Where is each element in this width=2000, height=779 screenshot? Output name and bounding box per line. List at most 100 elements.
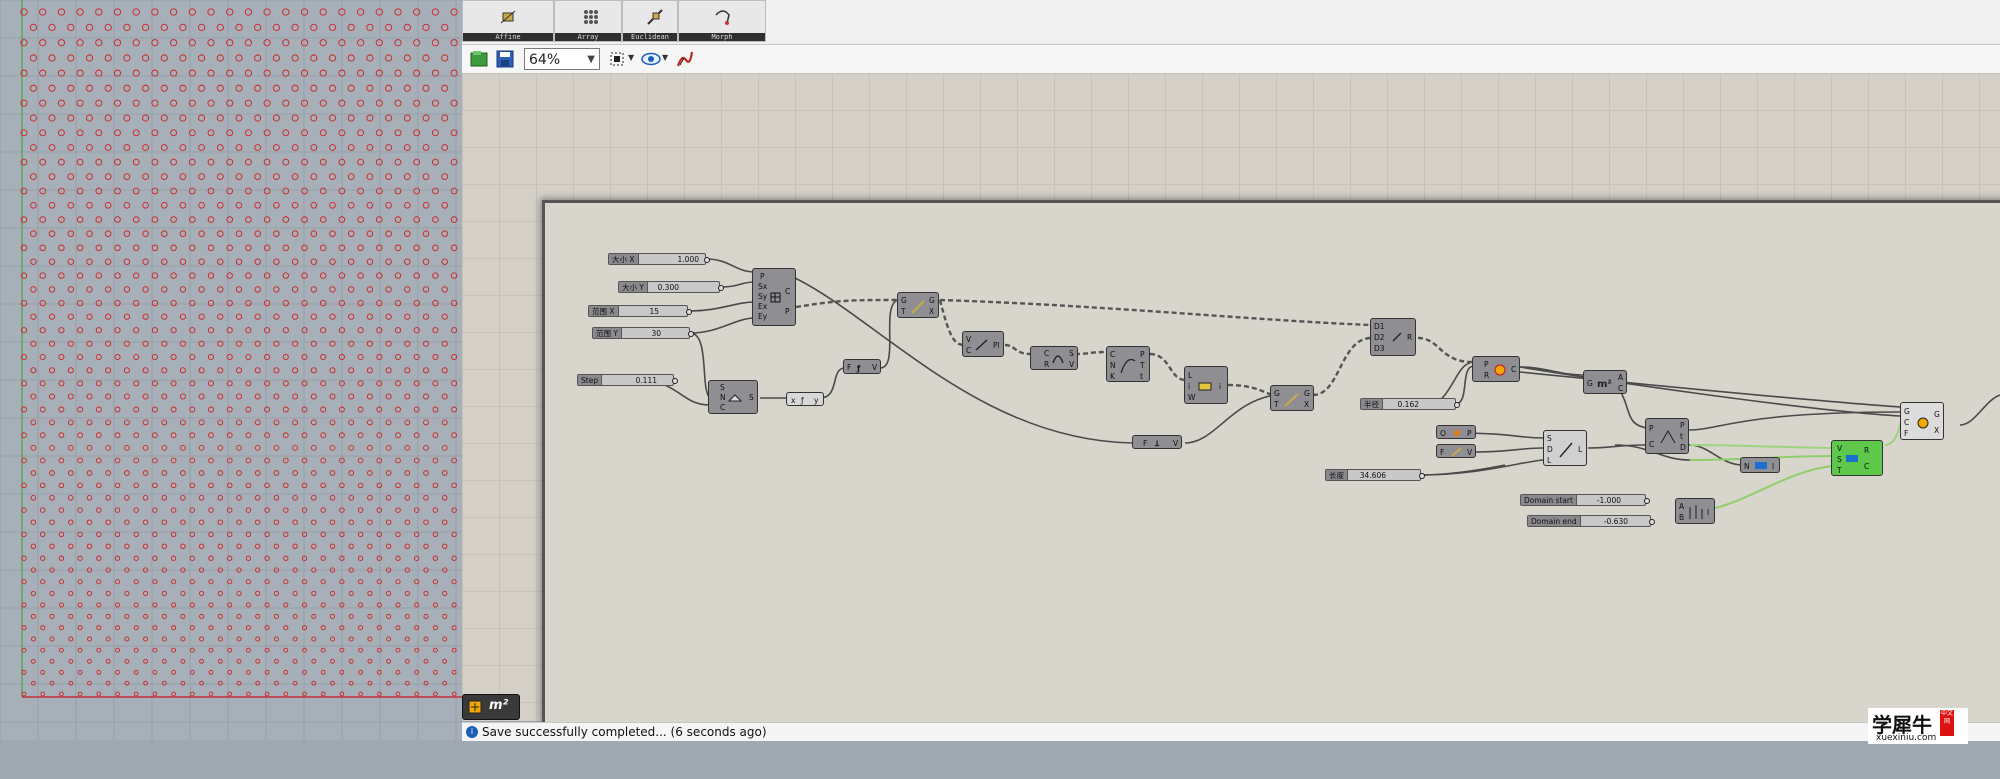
slider-domain-start[interactable]: Domain start -1.000 [1520, 494, 1650, 506]
plane-component[interactable]: PCPtD [1645, 418, 1689, 454]
morph-icon [715, 10, 731, 25]
save-file-icon[interactable] [494, 48, 516, 70]
svg-text:R: R [1484, 371, 1489, 380]
slider-radius[interactable]: 半径 0.162 [1360, 398, 1460, 410]
line-icon: SDLL [1547, 434, 1583, 465]
ribbon-panel-caption: Morph [679, 33, 765, 41]
preview-eye-icon[interactable] [640, 48, 662, 70]
watermark-seal: 中文网 [1940, 710, 1954, 736]
graph-mapper-component-2[interactable]: GTGX [1270, 385, 1314, 411]
ribbon-panel-morph[interactable]: Morph [678, 0, 766, 42]
slider-size-y[interactable]: 大小 Y 0.300 [618, 281, 724, 293]
graph-mapper-component[interactable]: GTGX [897, 292, 939, 318]
chevron-down-icon[interactable]: ▼ [662, 53, 668, 62]
series-component[interactable]: SNCS [708, 380, 758, 414]
slider-name: Domain end [1528, 516, 1581, 526]
svg-text:P: P [1467, 429, 1472, 438]
pipe-icon: VST RC [1836, 444, 1869, 475]
svg-text:P: P [1649, 424, 1654, 433]
rhino-viewport[interactable] [0, 0, 462, 740]
svg-text:N: N [1744, 462, 1750, 471]
svg-text:V: V [1467, 448, 1473, 457]
svg-text:t: t [1140, 372, 1143, 381]
svg-text:Sy: Sy [758, 292, 768, 301]
svg-text:x: x [791, 396, 796, 405]
svg-text:S: S [1069, 349, 1074, 358]
construct-domain-component[interactable]: AB I [1675, 498, 1715, 524]
svg-text:V: V [1173, 439, 1179, 448]
svg-text:y: y [814, 396, 819, 405]
svg-text:T: T [1139, 361, 1145, 370]
slider-name: 范围 X [589, 306, 619, 316]
svg-text:N: N [1110, 361, 1116, 370]
svg-text:C: C [1904, 418, 1909, 427]
svg-text:I: I [1707, 508, 1709, 517]
circle-component[interactable]: PR C [1472, 356, 1520, 382]
svg-text:T: T [1273, 400, 1279, 409]
line-sdl-component[interactable]: SDLL [1543, 430, 1587, 466]
slider-range-x[interactable]: 范围 X 15 [588, 305, 692, 317]
zoom-extents-icon[interactable] [606, 48, 628, 70]
ribbon-panel-caption: Array [555, 33, 621, 41]
number-list-component[interactable]: Nl [1740, 457, 1780, 473]
ribbon-panel-euclidean[interactable]: Euclidean [622, 0, 678, 42]
slider-step[interactable]: Step 0.111 [577, 374, 678, 386]
sketch-pen-icon[interactable] [674, 48, 696, 70]
area-widget[interactable]: m² [462, 694, 520, 720]
status-bar: i Save successfully completed... (6 seco… [462, 722, 2000, 741]
divide-length-component[interactable]: LiWi [1184, 366, 1228, 404]
function-icon: F Vƒ [847, 363, 878, 373]
svg-text:V: V [1837, 444, 1843, 453]
svg-text:V: V [1069, 360, 1075, 369]
svg-text:F: F [847, 363, 851, 372]
frames-icon: CNK PTt [1110, 350, 1145, 381]
open-file-icon[interactable] [468, 48, 490, 70]
svg-text:R: R [1044, 360, 1049, 369]
area-icon: G ACm² [1587, 373, 1624, 393]
slider-length[interactable]: 长度 34.606 [1325, 469, 1425, 481]
svg-text:ƒ: ƒ [856, 364, 861, 373]
deconstruct-component[interactable]: D1 D2 D3 R [1370, 318, 1416, 356]
chevron-down-icon[interactable]: ▼ [628, 53, 634, 62]
svg-text:X: X [1304, 400, 1309, 409]
slider-value: 0.300 [657, 283, 679, 292]
slider-name: 范围 Y [593, 328, 622, 338]
curve-component[interactable]: CR SV [1030, 346, 1078, 370]
vector-component[interactable]: V C Pl [962, 331, 1004, 357]
expression-component[interactable]: xƒ y [786, 392, 824, 406]
rectangular-grid-component[interactable]: P Sx Sy Ex Ey C P [752, 268, 796, 326]
slider-domain-end[interactable]: Domain end -0.630 [1527, 515, 1655, 527]
watermark-url: xuexiniu.com [1876, 733, 1937, 743]
svg-text:Ex: Ex [758, 302, 768, 311]
slider-range-y[interactable]: 范围 Y 30 [592, 327, 694, 339]
perp-frames-component[interactable]: CNK PTt [1106, 346, 1150, 382]
ribbon-panel-affine[interactable]: Affine [462, 0, 554, 42]
svg-text:P: P [785, 307, 790, 316]
point-component[interactable]: OP [1436, 425, 1476, 439]
active-pipe-component[interactable]: VST RC [1831, 440, 1883, 476]
vector-icon: FV [1440, 447, 1473, 457]
svg-text:L: L [1578, 445, 1583, 454]
svg-text:P: P [1680, 421, 1685, 430]
svg-text:K: K [1110, 372, 1116, 381]
area-component[interactable]: G A Cm² [1583, 370, 1627, 394]
info-icon: i [466, 726, 478, 738]
svg-text:X: X [929, 307, 934, 316]
offset-component[interactable]: GCFGX [1900, 402, 1944, 440]
svg-text:G: G [1587, 379, 1593, 388]
evaluate-function-component[interactable]: F Vƒ [843, 359, 881, 374]
slider-size-x[interactable]: 大小 X 1.000 [608, 253, 710, 265]
zoom-select[interactable]: 64% ▼ [524, 48, 600, 70]
evaluate-function-component-2[interactable]: FVꞱ [1132, 435, 1182, 449]
slider-name: 大小 Y [619, 282, 648, 292]
svg-text:S: S [720, 383, 725, 392]
ribbon-panel-array[interactable]: Array [554, 0, 622, 42]
affine-transform-icon [500, 10, 516, 24]
svg-text:P: P [1140, 350, 1145, 359]
svg-text:i: i [1188, 382, 1190, 391]
circle-icon: PR C [1484, 360, 1516, 380]
unit-vector-component[interactable]: FV [1436, 444, 1476, 458]
svg-text:G: G [1274, 389, 1280, 398]
svg-text:X: X [1934, 426, 1939, 435]
svg-text:C: C [720, 403, 725, 412]
